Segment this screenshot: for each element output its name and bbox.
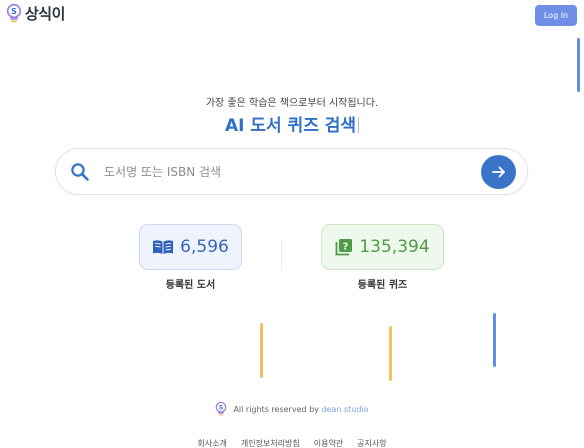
footer-link-privacy[interactable]: 개인정보처리방침 (241, 438, 300, 448)
login-button[interactable]: Log In (535, 5, 577, 26)
search-icon (71, 163, 89, 181)
footer-link-about[interactable]: 회사소개 (197, 438, 226, 448)
books-count: 6,596 (180, 237, 229, 257)
page-title-text: AI 도서 퀴즈 검색 (224, 116, 357, 136)
lightbulb-s-icon: S (216, 402, 227, 416)
logo-text: 상식이 (25, 5, 65, 23)
footer-link-terms[interactable]: 이용약관 (314, 438, 343, 448)
svg-text:?: ? (343, 242, 349, 253)
page-title: AI 도서 퀴즈 검색 (0, 111, 584, 136)
books-label: 등록된 도서 (165, 280, 216, 291)
quiz-stat-card: ? 135,394 (321, 224, 444, 270)
books-stat-card: 6,596 (139, 224, 242, 270)
tagline: 가장 좋은 학습은 책으로부터 시작됩니다. (205, 98, 379, 109)
book-open-icon (153, 240, 174, 254)
footer-copyright: S All rights reserved by dean studio (0, 402, 584, 417)
typing-caret (358, 117, 360, 133)
studio-link[interactable]: dean studio (321, 405, 368, 414)
decor-bar-yellow-right (389, 326, 392, 381)
footer-link-notice[interactable]: 공지사항 (357, 438, 386, 448)
arrow-right-icon (491, 166, 505, 178)
search-submit-button[interactable] (481, 155, 516, 189)
lightbulb-s-icon: S (6, 3, 22, 22)
copyright-text: All rights reserved by (233, 405, 319, 414)
footer-nav: 회사소개 개인정보처리방침 이용약관 공지사항 (0, 438, 584, 448)
quiz-count: 135,394 (359, 237, 430, 257)
question-book-icon: ? (335, 239, 353, 256)
svg-text:S: S (219, 405, 223, 412)
decor-bar-blue-top (577, 38, 580, 92)
stats-divider (281, 241, 282, 270)
quiz-label: 등록된 퀴즈 (357, 280, 408, 291)
decor-bar-blue-bottom (493, 313, 496, 367)
logo[interactable]: S 상식이 (6, 3, 65, 24)
decor-bar-yellow-left (260, 323, 263, 378)
svg-text:S: S (11, 7, 17, 16)
search-bar (55, 148, 528, 195)
search-input[interactable] (104, 161, 464, 183)
